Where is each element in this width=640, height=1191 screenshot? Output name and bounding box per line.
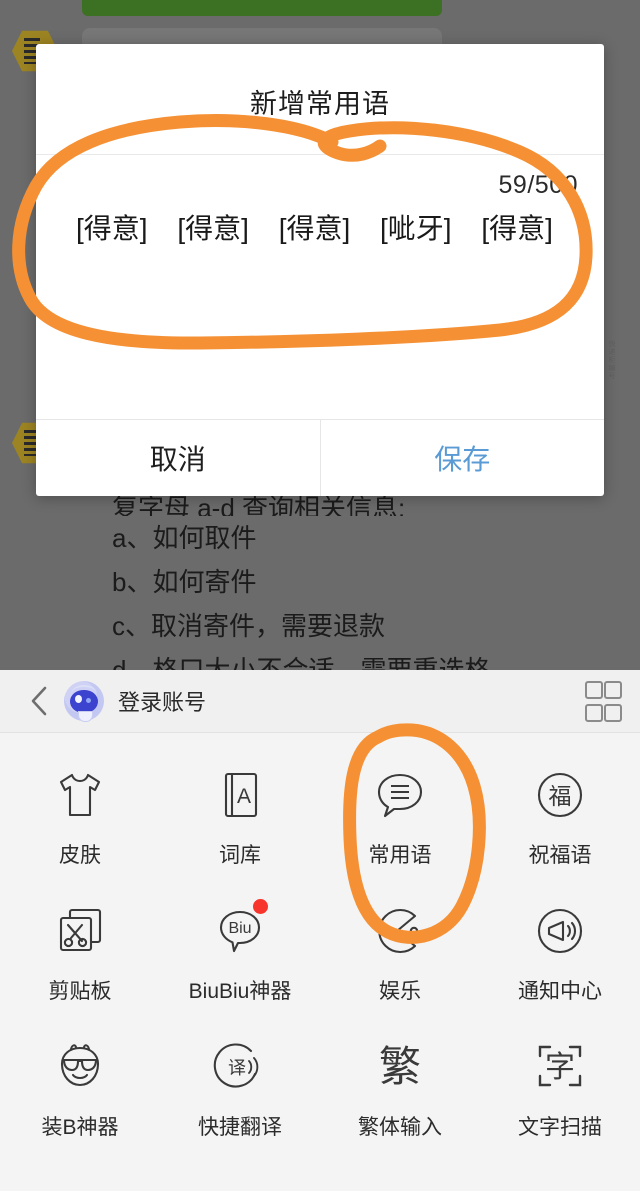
speech-lines-icon bbox=[364, 759, 436, 831]
emoji-token: [得意] bbox=[177, 206, 249, 252]
save-button[interactable]: 保存 bbox=[321, 420, 605, 496]
app-label: 繁体输入 bbox=[358, 1111, 442, 1141]
emoji-token: [得意] bbox=[279, 206, 351, 252]
biu-bubble-icon: Biu bbox=[204, 895, 276, 967]
emoji-token: [呲牙] bbox=[380, 206, 452, 252]
background-green-bar bbox=[82, 0, 442, 16]
background-text-line: c、取消寄件，需要退款 bbox=[112, 604, 612, 648]
app-item-clipboard[interactable]: 剪贴板 bbox=[0, 887, 160, 1015]
toolbox-app-grid: 皮肤 A 词库 bbox=[0, 733, 640, 1151]
app-label: BiuBiu神器 bbox=[189, 975, 292, 1005]
grid-icon[interactable] bbox=[585, 681, 618, 722]
megaphone-circle-icon bbox=[524, 895, 596, 967]
dialog-title: 新增常用语 bbox=[36, 44, 604, 121]
fu-circle-icon: 福 bbox=[524, 759, 596, 831]
background-text-line: b、如何寄件 bbox=[112, 560, 612, 604]
app-item-translate[interactable]: 译 快捷翻译 bbox=[160, 1023, 320, 1151]
chevron-left-icon[interactable] bbox=[22, 684, 56, 718]
fanti-glyph-icon: 繁 bbox=[364, 1031, 436, 1103]
character-counter: 59/500 bbox=[36, 155, 604, 200]
background-text-line: d、格口大小不合适，需要重选格 bbox=[112, 648, 612, 670]
app-label: 剪贴板 bbox=[49, 975, 112, 1005]
app-label: 装B神器 bbox=[41, 1111, 118, 1141]
svg-text:Biu: Biu bbox=[228, 920, 251, 937]
svg-text:福: 福 bbox=[549, 784, 572, 810]
app-label: 文字扫描 bbox=[518, 1111, 602, 1141]
dialog-actions: 取消 保存 bbox=[36, 419, 604, 496]
app-item-phrases[interactable]: 常用语 bbox=[320, 751, 480, 879]
screenshot-root: 复字母 a-d 查询相关信息: a、如何取件 b、如何寄件 c、取消寄件，需要退… bbox=[0, 0, 640, 1191]
translate-circle-icon: 译 bbox=[204, 1031, 276, 1103]
emoji-token: [得意] bbox=[481, 206, 553, 252]
app-item-biubiu[interactable]: Biu BiuBiu神器 bbox=[160, 887, 320, 1015]
app-item-entertainment[interactable]: 娱乐 bbox=[320, 887, 480, 1015]
svg-text:字: 字 bbox=[545, 1050, 575, 1085]
account-label[interactable]: 登录账号 bbox=[118, 685, 206, 717]
pacman-icon bbox=[364, 895, 436, 967]
app-item-skin[interactable]: 皮肤 bbox=[0, 751, 160, 879]
svg-text:繁: 繁 bbox=[379, 1042, 421, 1091]
cancel-button[interactable]: 取消 bbox=[36, 420, 320, 496]
app-label: 祝福语 bbox=[529, 839, 592, 869]
background-message-text: 复字母 a-d 查询相关信息: a、如何取件 b、如何寄件 c、取消寄件，需要退… bbox=[112, 486, 612, 670]
app-label: 常用语 bbox=[369, 839, 432, 869]
app-label: 通知中心 bbox=[518, 975, 602, 1005]
robot-avatar-icon[interactable] bbox=[64, 681, 104, 721]
app-item-zhuangb[interactable]: 装B神器 bbox=[0, 1023, 160, 1151]
app-item-traditional[interactable]: 繁 繁体输入 bbox=[320, 1023, 480, 1151]
toolbox-header: 登录账号 bbox=[0, 670, 640, 733]
app-item-text-scan[interactable]: 字 文字扫描 bbox=[480, 1023, 640, 1151]
app-label: 娱乐 bbox=[379, 975, 421, 1005]
emoji-token: [得意] bbox=[76, 206, 148, 252]
add-phrase-dialog: 新增常用语 59/500 [得意] [得意] [得意] [呲牙] [得意] 取消… bbox=[36, 44, 604, 496]
app-item-dictionary[interactable]: A 词库 bbox=[160, 751, 320, 879]
scissors-clipboard-icon bbox=[44, 895, 116, 967]
book-a-icon: A bbox=[204, 759, 276, 831]
notification-badge bbox=[253, 899, 268, 914]
svg-text:A: A bbox=[237, 785, 251, 808]
app-label: 快捷翻译 bbox=[198, 1111, 282, 1141]
app-label: 皮肤 bbox=[59, 839, 101, 869]
background-text-line: a、如何取件 bbox=[112, 516, 612, 560]
sunglasses-face-icon bbox=[44, 1031, 116, 1103]
keyboard-toolbox-panel: 登录账号 皮肤 A bbox=[0, 670, 640, 1191]
tshirt-icon bbox=[44, 759, 116, 831]
text-scan-icon: 字 bbox=[524, 1031, 596, 1103]
app-item-blessings[interactable]: 福 祝福语 bbox=[480, 751, 640, 879]
svg-text:译: 译 bbox=[228, 1058, 246, 1079]
app-label: 词库 bbox=[219, 839, 261, 869]
app-item-notifications[interactable]: 通知中心 bbox=[480, 887, 640, 1015]
phrase-input[interactable]: [得意] [得意] [得意] [呲牙] [得意] bbox=[36, 200, 604, 366]
